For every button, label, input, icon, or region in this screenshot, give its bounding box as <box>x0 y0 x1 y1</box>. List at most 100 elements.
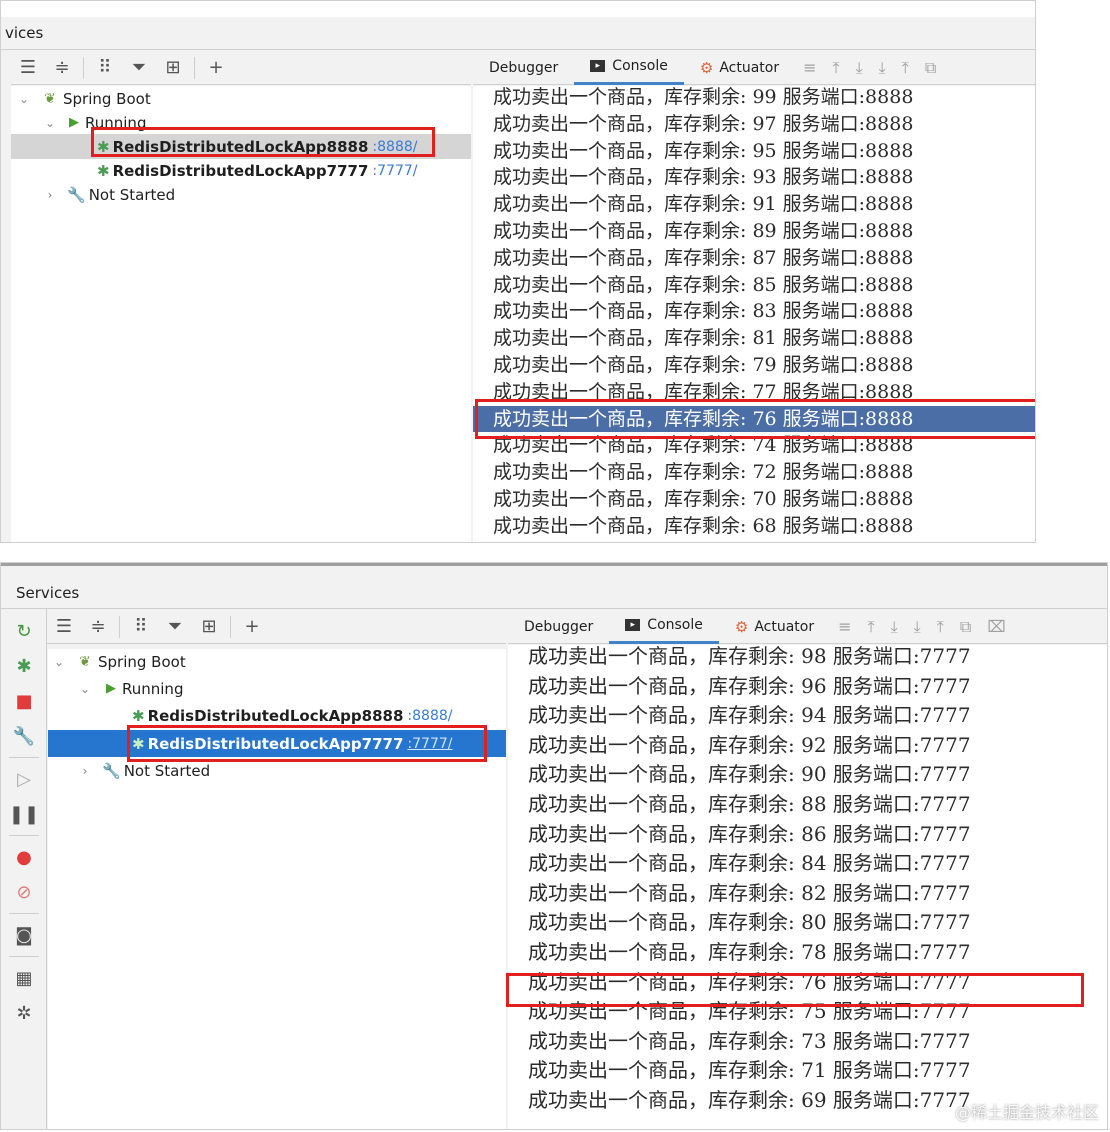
tree-node-not-started[interactable]: › 🔧 Not Started <box>11 182 471 207</box>
tab-actuator[interactable]: ⚙ Actuator <box>719 610 830 644</box>
debug-bug-icon[interactable]: ✱ <box>12 654 36 678</box>
tab-label: Debugger <box>489 59 559 76</box>
chevron-down-icon[interactable]: ⌄ <box>52 655 66 669</box>
new-tab-icon[interactable]: ⊞ <box>160 55 186 81</box>
download-alt-icon[interactable]: ⤓ <box>914 617 921 637</box>
console-line: 成功卖出一个商品，库存剩余: 93 服务端口:8888 <box>493 166 914 189</box>
tab-label: Console <box>612 58 668 74</box>
port-link[interactable]: :8888/ <box>407 708 452 724</box>
console-line: 成功卖出一个商品，库存剩余: 87 服务端口:8888 <box>493 246 914 269</box>
spring-boot-icon: ❦ <box>79 653 91 670</box>
run-icon: ▶ <box>106 681 116 696</box>
wrench-icon: 🔧 <box>67 185 86 204</box>
tab-console[interactable]: ▸ Console <box>574 51 684 85</box>
tab-label: Console <box>647 617 703 633</box>
console-line: 成功卖出一个商品，库存剩余: 83 服务端口:8888 <box>493 300 914 323</box>
group-by-icon[interactable]: ⠿ <box>128 614 154 640</box>
tab-actuator[interactable]: ⚙ Actuator <box>684 51 795 85</box>
scroll-up-icon[interactable]: ⤒ <box>833 58 840 78</box>
debug-bug-icon: ✱ <box>132 706 145 725</box>
tree-label: Spring Boot <box>98 652 186 671</box>
watermark: @稀土掘金技术社区 <box>954 1103 1099 1122</box>
run-icon: ▶ <box>69 115 79 130</box>
console-line: 成功卖出一个商品，库存剩余: 96 服务端口:7777 <box>528 673 971 698</box>
add-service-icon[interactable]: + <box>239 614 265 640</box>
red-annotation-box <box>475 399 1035 439</box>
new-tab-icon[interactable]: ⊞ <box>196 614 222 640</box>
chevron-down-icon[interactable]: ⌄ <box>17 92 31 106</box>
rerun-icon[interactable]: ↻ <box>12 619 36 643</box>
camera-icon[interactable]: ◙ <box>12 923 36 947</box>
scroll-up-icon[interactable]: ⤒ <box>868 617 875 637</box>
services-tree: ⌄ ❦ Spring Boot ⌄ ▶ Running ✱ RedisDistr… <box>48 649 506 1129</box>
tree-label: Not Started <box>88 185 176 204</box>
upload-icon[interactable]: ⤒ <box>937 617 944 637</box>
tree-label: Running <box>122 679 184 698</box>
tree-item-app7777[interactable]: ✱ RedisDistributedLockApp7777 :7777/ <box>11 158 471 183</box>
tab-label: Actuator <box>719 59 780 76</box>
console-line: 成功卖出一个商品，库存剩余: 99 服务端口:8888 <box>493 86 914 108</box>
console-line: 成功卖出一个商品，库存剩余: 82 服务端口:7777 <box>528 880 971 905</box>
add-service-icon[interactable]: + <box>203 55 229 81</box>
toolbar-separator <box>9 757 39 758</box>
collapse-all-icon[interactable]: ≑ <box>49 55 75 81</box>
panel-title: Services <box>1 563 1107 609</box>
toolbar-separator <box>9 913 39 914</box>
pause-icon[interactable]: ❚❚ <box>9 802 39 826</box>
console-line: 成功卖出一个商品，库存剩余: 97 服务端口:8888 <box>493 112 914 135</box>
expand-all-icon[interactable]: ☰ <box>15 55 41 81</box>
toolbar-separator <box>83 56 84 79</box>
tree-node-running[interactable]: ⌄ ▶ Running <box>48 676 506 701</box>
chevron-down-icon[interactable]: ⌄ <box>43 116 57 130</box>
services-panel-top: vices ☰ ≑ ⠿ ⏷ ⊞ + ⌄ ❦ Spring Boot ⌄ ▶ Ru… <box>0 0 1036 543</box>
tree-label: Spring Boot <box>63 89 151 108</box>
layout-icon[interactable]: ▦ <box>12 966 36 990</box>
console-line: 成功卖出一个商品，库存剩余: 71 服务端口:7777 <box>528 1058 971 1083</box>
tab-label: Actuator <box>754 618 815 635</box>
breakpoints-icon[interactable]: ● <box>12 845 36 869</box>
filter-icon[interactable]: ⏷ <box>162 614 188 640</box>
chevron-down-icon[interactable]: ⌄ <box>78 682 92 696</box>
download-icon[interactable]: ⤓ <box>856 58 863 78</box>
red-annotation-box <box>506 973 1084 1007</box>
download-alt-icon[interactable]: ⤓ <box>879 58 886 78</box>
console-tools: ≡ ⤒ ⤓ ⤓ ⤒ ⧉ ⌧ <box>830 617 1014 637</box>
mute-breakpoints-icon[interactable]: ⊘ <box>12 880 36 904</box>
menu-icon[interactable]: ≡ <box>838 617 851 636</box>
upload-icon[interactable]: ⤒ <box>902 58 909 78</box>
console-tools: ≡ ⤒ ⤓ ⤓ ⤒ ⧉ <box>795 58 944 78</box>
tree-node-spring-boot[interactable]: ⌄ ❦ Spring Boot <box>11 86 471 111</box>
stop-icon[interactable]: ■ <box>12 689 36 713</box>
console-line: 成功卖出一个商品，库存剩余: 72 服务端口:8888 <box>493 461 914 484</box>
console-line: 成功卖出一个商品，库存剩余: 98 服务端口:7777 <box>528 645 971 668</box>
chevron-right-icon[interactable]: › <box>78 764 92 778</box>
menu-icon[interactable]: ≡ <box>803 58 816 77</box>
console-output: 成功卖出一个商品，库存剩余: 99 服务端口:8888 成功卖出一个商品，库存剩余… <box>473 86 1035 542</box>
download-icon[interactable]: ⤓ <box>891 617 898 637</box>
restore-icon[interactable]: ⧉ <box>960 617 971 637</box>
services-toolbar: ☰ ≑ ⠿ ⏷ ⊞ + <box>47 610 506 644</box>
console-line: 成功卖出一个商品，库存剩余: 78 服务端口:7777 <box>528 940 971 964</box>
resume-icon[interactable]: ▷ <box>12 767 36 791</box>
port-link[interactable]: :7777/ <box>372 163 417 179</box>
services-panel-bottom: Services ↻ ✱ ■ 🔧 ▷ ❚❚ ● ⊘ ◙ ▦ ✲ ☰ ≑ ⠿ ⏷ … <box>0 562 1108 1130</box>
console-icon: ▸ <box>590 60 606 72</box>
group-by-icon[interactable]: ⠿ <box>92 55 118 81</box>
restore-icon[interactable]: ⧉ <box>925 58 936 78</box>
tree-label: Not Started <box>123 761 211 780</box>
toolbar-separator <box>9 835 39 836</box>
filter-icon[interactable]: ⏷ <box>126 55 152 81</box>
wrench-icon: 🔧 <box>102 761 121 780</box>
tab-console[interactable]: ▸ Console <box>609 610 719 644</box>
settings-icon[interactable]: ✲ <box>12 1001 36 1025</box>
console-line: 成功卖出一个商品，库存剩余: 90 服务端口:7777 <box>528 762 971 787</box>
expand-all-icon[interactable]: ☰ <box>51 614 77 640</box>
console-line: 成功卖出一个商品，库存剩余: 91 服务端口:8888 <box>493 193 914 216</box>
chevron-right-icon[interactable]: › <box>43 188 57 202</box>
clear-icon[interactable]: ⌧ <box>987 617 1005 636</box>
collapse-all-icon[interactable]: ≑ <box>85 614 111 640</box>
wrench-icon[interactable]: 🔧 <box>12 724 36 748</box>
tree-node-spring-boot[interactable]: ⌄ ❦ Spring Boot <box>48 649 506 674</box>
tab-debugger[interactable]: Debugger <box>508 610 609 644</box>
tab-debugger[interactable]: Debugger <box>473 51 574 85</box>
